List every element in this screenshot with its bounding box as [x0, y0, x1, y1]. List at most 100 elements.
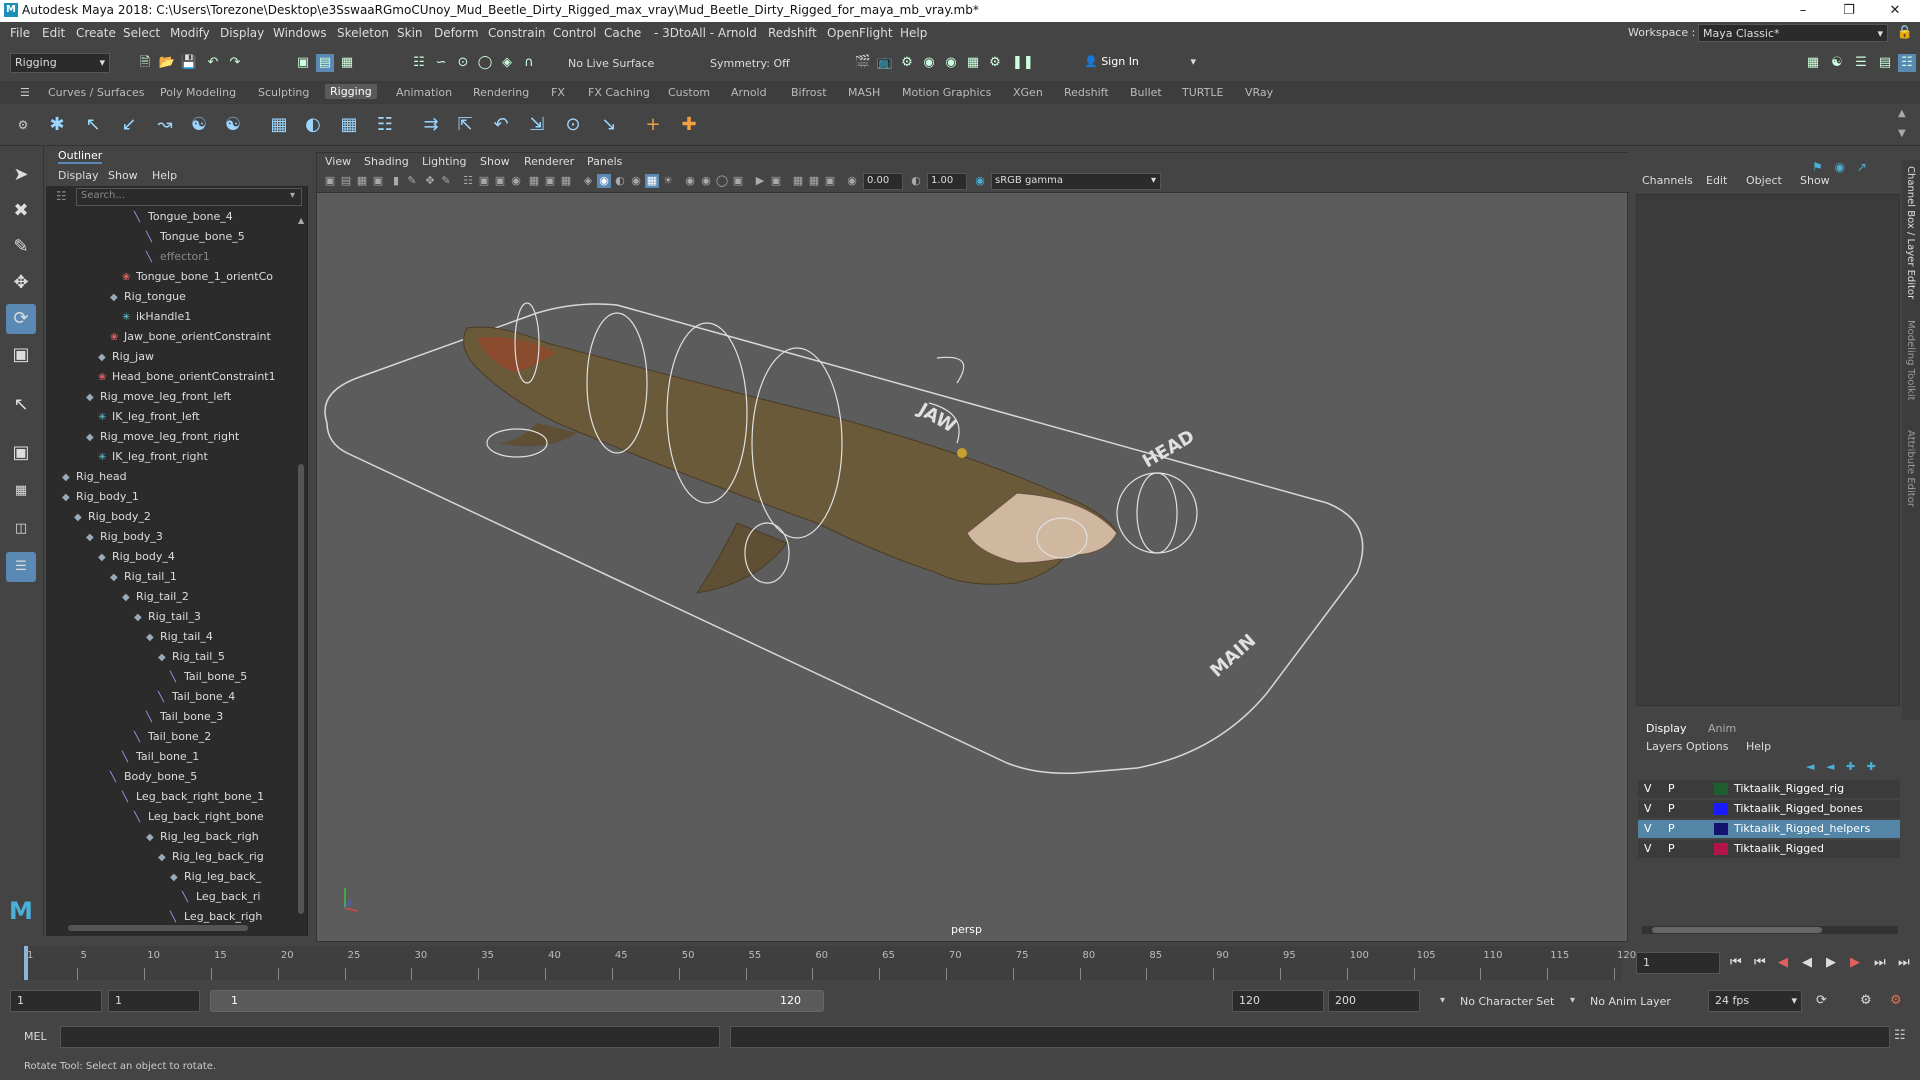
insert-joint-icon[interactable]: ↖	[80, 112, 106, 138]
render-settings-icon[interactable]: ⚙	[898, 54, 916, 72]
vp-menu-panels[interactable]: Panels	[587, 155, 622, 168]
vp-menu-view[interactable]: View	[325, 155, 351, 168]
open-scene-icon[interactable]: 📂	[158, 54, 176, 72]
layer-row[interactable]: V P Tiktaalik_Rigged_bones	[1638, 800, 1900, 818]
script-editor-icon[interactable]: ☷	[1894, 1028, 1906, 1043]
new-scene-icon[interactable]: 🗎	[136, 54, 154, 72]
outliner-row[interactable]: ◆ Rig_tail_1	[110, 570, 177, 590]
outliner-row[interactable]: ╲ Leg_back_ri	[182, 890, 260, 910]
attribute-editor-icon[interactable]: ☰	[1852, 54, 1870, 72]
timeline-track[interactable]: 1 5 10 15 20 25 30 35 40 45 50 55 60 65 70 75 80 85 90 95 10…	[22, 946, 1636, 980]
exposure-field[interactable]: 0.00	[863, 173, 903, 190]
playhead[interactable]	[24, 946, 28, 980]
render-view-icon[interactable]: 📺	[876, 54, 894, 72]
minimize-icon[interactable]: –	[1780, 0, 1826, 22]
outliner-row[interactable]: ❀ Jaw_bone_orientConstraint	[110, 330, 271, 350]
layout-side-icon[interactable]: ◫	[6, 514, 36, 544]
layer-playback-toggle[interactable]: P	[1668, 842, 1675, 855]
undo-icon[interactable]: ↶	[204, 54, 222, 72]
playback-end-field[interactable]: 120	[1232, 990, 1324, 1012]
menu-control[interactable]: Control	[553, 26, 596, 40]
menu-windows[interactable]: Windows	[273, 26, 327, 40]
outliner-row[interactable]: ◆ Rig_move_leg_front_left	[86, 390, 231, 410]
play-backward-icon[interactable]: ◀	[1802, 955, 1812, 970]
wireframe-on-shaded-icon[interactable]: ◐	[613, 174, 627, 188]
render-frame-icon[interactable]: 🎬	[854, 54, 872, 72]
bind-skin-icon[interactable]: ▦	[266, 112, 292, 138]
select-object-icon[interactable]: ▤	[316, 54, 334, 72]
command-input[interactable]	[60, 1026, 720, 1048]
rotate-tool-icon[interactable]: ⟳	[6, 304, 36, 334]
menu-edit[interactable]: Edit	[42, 26, 65, 40]
outliner-scrollbar[interactable]: ▲	[296, 210, 306, 926]
vp-menu-renderer[interactable]: Renderer	[524, 155, 574, 168]
outliner-row[interactable]: ◆ Rig_leg_back_righ	[146, 830, 259, 850]
camera-attributes-icon[interactable]: ▤	[339, 174, 353, 188]
range-slider-bar[interactable]: 1 120	[210, 990, 824, 1012]
command-language-label[interactable]: MEL	[24, 1030, 47, 1043]
layer-menu-help[interactable]: Help	[1746, 740, 1771, 753]
snap-point-icon[interactable]: ⊙	[454, 54, 472, 72]
new-layer-icon[interactable]: ✚	[1846, 760, 1855, 773]
scale-tool-icon[interactable]: ▣	[6, 340, 36, 370]
redo-icon[interactable]: ↷	[226, 54, 244, 72]
menu-help[interactable]: Help	[900, 26, 927, 40]
layer-color-swatch[interactable]	[1714, 823, 1728, 835]
human-ik-icon[interactable]: ☯	[186, 112, 212, 138]
channel-help-icon[interactable]: ◉	[1835, 160, 1845, 174]
shelf-tab-bullet[interactable]: Bullet	[1130, 86, 1162, 99]
shelf-tab-curves-surfaces[interactable]: Curves / Surfaces	[48, 86, 145, 99]
outliner-row[interactable]: ◆ Rig_body_2	[74, 510, 151, 530]
snap-grid-icon[interactable]: ☷	[410, 54, 428, 72]
menu-openflight[interactable]: OpenFlight	[827, 26, 893, 40]
layer-color-swatch[interactable]	[1714, 783, 1728, 795]
backface-icon[interactable]: ▣	[823, 174, 837, 188]
outliner-row[interactable]: ❀ Tongue_bone_1_orientCo	[122, 270, 273, 290]
shelf-tab-custom[interactable]: Custom	[668, 86, 710, 99]
play-forward-icon[interactable]: ▶	[1826, 955, 1836, 970]
channel-menu-edit[interactable]: Edit	[1706, 174, 1727, 187]
quick-rig-icon[interactable]: ☯	[220, 112, 246, 138]
shelf-tab-bifrost[interactable]: Bifrost	[791, 86, 827, 99]
snapshot-icon[interactable]: ⚙	[986, 54, 1004, 72]
search-options-icon[interactable]: ☷	[56, 189, 67, 203]
snap-view-icon[interactable]: ◯	[476, 54, 494, 72]
color-management-icon[interactable]: ◉	[973, 174, 987, 188]
exposure-icon[interactable]: ◉	[845, 174, 859, 188]
layer-tab-display[interactable]: Display	[1646, 722, 1687, 735]
scroll-up-icon[interactable]: ▲	[1898, 108, 1906, 119]
arnold-render-icon[interactable]: ▦	[964, 54, 982, 72]
channel-box-icon[interactable]: ☷	[1898, 54, 1916, 72]
menu-modify[interactable]: Modify	[170, 26, 210, 40]
layer-row[interactable]: V P Tiktaalik_Rigged_rig	[1638, 780, 1900, 798]
paint-weights-icon[interactable]: ◐	[300, 112, 326, 138]
outliner-menu-display[interactable]: Display	[58, 169, 99, 182]
move-layer-down-icon[interactable]: ◄	[1826, 760, 1834, 773]
scene-view[interactable]: JAW HEAD MAIN	[317, 193, 1629, 943]
layer-hscrollbar[interactable]	[1642, 926, 1898, 934]
close-icon[interactable]: ✕	[1872, 0, 1918, 22]
fps-dropdown[interactable]: 24 fps ▾	[1708, 990, 1802, 1012]
parent-constraint-icon[interactable]: ⇉	[418, 112, 444, 138]
snap-curve-icon[interactable]: ∽	[432, 54, 450, 72]
character-icon[interactable]: ☯	[1828, 54, 1846, 72]
outliner-menu-show[interactable]: Show	[108, 169, 138, 182]
shelf-tab-redshift[interactable]: Redshift	[1064, 86, 1109, 99]
shelf-tab-animation[interactable]: Animation	[396, 86, 452, 99]
shelf-menu-icon[interactable]: ☰	[20, 86, 30, 99]
create-joints-icon[interactable]: ✱	[44, 112, 70, 138]
outliner-row[interactable]: ◆ Rig_tail_5	[158, 650, 225, 670]
smooth-shade-icon[interactable]: ◉	[597, 174, 611, 188]
gamma-field[interactable]: 1.00	[927, 173, 967, 190]
outliner-hscrollbar[interactable]	[56, 924, 292, 932]
symmetry-label[interactable]: Symmetry: Off	[710, 57, 790, 70]
layer-tab-anim[interactable]: Anim	[1708, 722, 1736, 735]
motion-blur-icon[interactable]: ◉	[699, 174, 713, 188]
side-tab-attribute-editor[interactable]: Attribute Editor	[1905, 430, 1916, 507]
grease-pencil-icon[interactable]: ✎	[405, 174, 419, 188]
outliner-row[interactable]: ╲ Tail_bone_2	[134, 730, 211, 750]
anti-aliasing-icon[interactable]: ◯	[715, 174, 729, 188]
gamma-icon[interactable]: ◐	[909, 174, 923, 188]
depth-of-field-icon[interactable]: ▣	[731, 174, 745, 188]
move-tool-icon[interactable]: ✥	[6, 268, 36, 298]
